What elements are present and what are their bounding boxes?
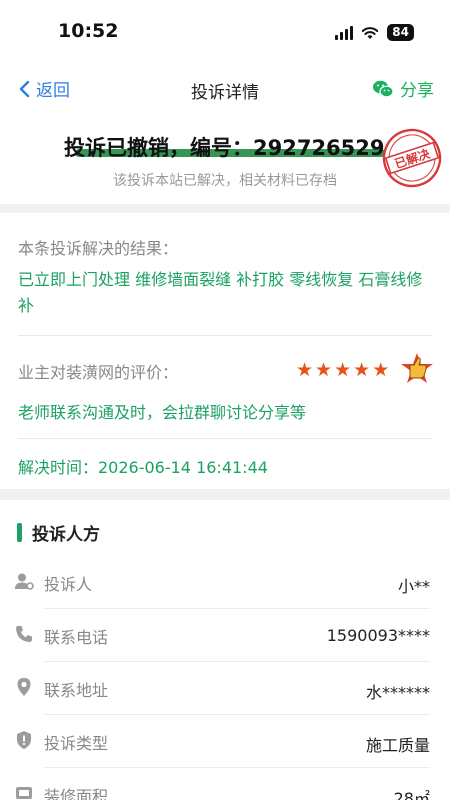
signal-icon [335, 25, 354, 40]
resolved-stamp-icon: 已解决 [382, 128, 442, 188]
divider [44, 714, 430, 715]
row-value: 施工质量 [365, 736, 430, 755]
wifi-icon [362, 26, 379, 39]
row-value: 水****** [365, 683, 430, 702]
list-item-area: 装修面积 28㎡ [0, 769, 450, 800]
star-icon: ★ [296, 359, 314, 381]
row-label: 联系地址 [44, 681, 109, 700]
result-text: 已立即上门处理 维修墙面裂缝 补打胶 零线恢复 石膏线修补 [18, 270, 423, 315]
divider [44, 767, 430, 768]
divider [44, 661, 430, 662]
evaluation-label: 业主对装潢网的评价： [18, 363, 179, 382]
star-icon: ★ [334, 359, 352, 381]
list-item-phone: 联系电话 1590093**** [0, 610, 450, 662]
star-icon: ★ [372, 359, 390, 381]
row-value: 小** [397, 577, 430, 596]
row-label: 投诉人 [44, 575, 93, 594]
shield-icon [17, 731, 31, 749]
location-icon [17, 678, 31, 696]
user-icon [15, 573, 34, 590]
thumbs-up-icon [401, 353, 433, 383]
star-icon: ★ [353, 359, 371, 381]
row-label: 装修面积 [44, 787, 109, 800]
share-label: 分享 [400, 81, 434, 101]
star-icon: ★ [315, 359, 333, 381]
divider [44, 608, 430, 609]
evaluation-text: 老师联系沟通及时，会拉群聊讨论分享等 [18, 403, 307, 422]
resolution-card: 本条投诉解决的结果： 已立即上门处理 维修墙面裂缝 补打胶 零线恢复 石膏线修补… [0, 213, 450, 489]
row-value: 28㎡ [393, 789, 430, 800]
list-item-complainant: 投诉人 小** [0, 557, 450, 609]
rating-stars: ★ ★ ★ ★ ★ [296, 360, 389, 380]
nav-bar: 返回 投诉详情 分享 [0, 64, 450, 112]
divider [18, 438, 432, 439]
row-value: 1590093**** [326, 626, 430, 645]
share-button[interactable]: 分享 [372, 76, 434, 101]
complainant-section: 投诉人方 投诉人 小** 联系电话 1590093**** 联系地址 水****… [0, 500, 450, 800]
resolve-time: 解决时间：2026-06-14 16:41:44 [18, 458, 268, 477]
list-item-address: 联系地址 水****** [0, 663, 450, 715]
status-bar: 10:52 84 [0, 0, 450, 64]
row-label: 联系电话 [44, 628, 109, 647]
battery-indicator: 84 [387, 24, 414, 41]
complaint-title: 投诉已撤销，编号：292726529 [64, 136, 385, 160]
area-icon [16, 787, 32, 799]
status-icons: 84 [335, 24, 414, 41]
section-accent-bar [17, 523, 22, 542]
list-item-complaint-type: 投诉类型 施工质量 [0, 716, 450, 768]
row-label: 投诉类型 [44, 734, 109, 753]
divider [18, 335, 432, 336]
wechat-icon [373, 80, 394, 97]
section-title-label: 投诉人方 [32, 525, 100, 545]
section-title: 投诉人方 [17, 520, 100, 545]
phone-icon [16, 626, 32, 642]
status-time: 10:52 [58, 20, 119, 42]
result-label: 本条投诉解决的结果： [18, 239, 179, 258]
